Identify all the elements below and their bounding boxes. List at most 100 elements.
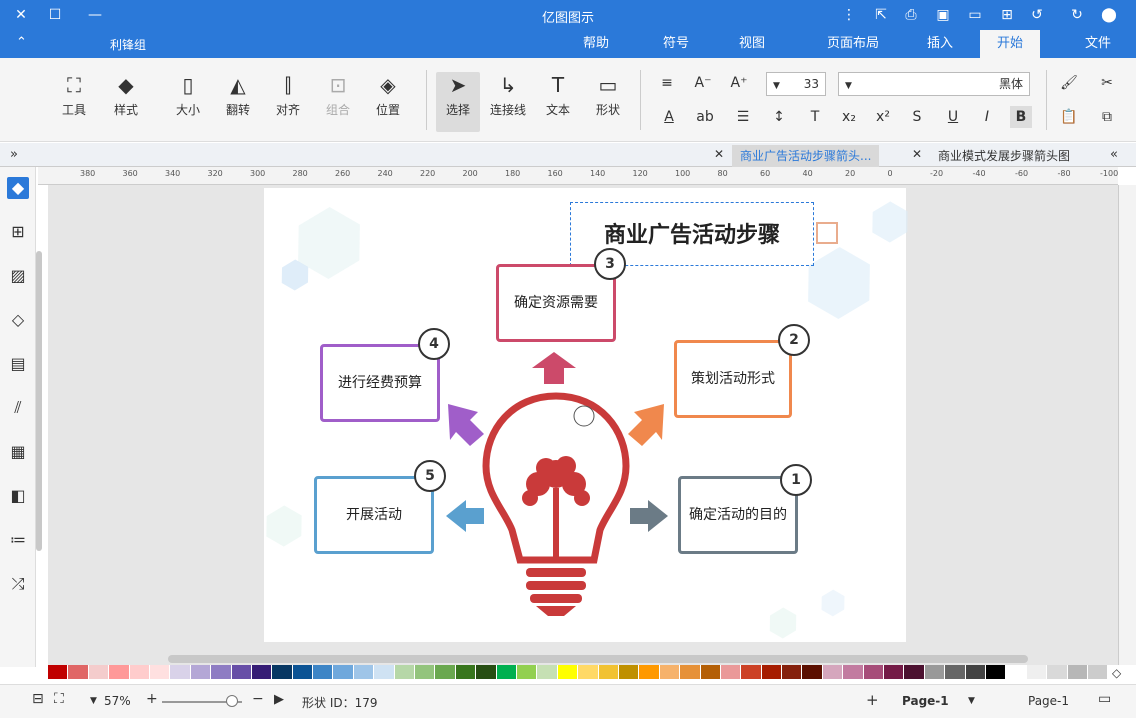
palette-swatch[interactable] xyxy=(251,665,272,679)
doc-tab-1[interactable]: 商业模式发展步骤箭头图 xyxy=(930,145,1078,167)
superscript-icon[interactable]: x² xyxy=(872,106,894,128)
add-page-icon[interactable]: + xyxy=(866,691,879,709)
palette-swatch[interactable] xyxy=(843,665,863,679)
grid-icon[interactable]: ⊞ xyxy=(7,221,29,243)
doc-tab-2-close-icon[interactable]: ✕ xyxy=(714,147,724,161)
palette-swatch[interactable] xyxy=(822,665,843,679)
diagram-page[interactable]: 商业广告活动步骤 确定活动的目的 1 策划活动形式 2 确定资源需要 3 进行经… xyxy=(264,188,906,642)
palette-swatch[interactable] xyxy=(578,665,598,679)
table-icon[interactable]: ▦ xyxy=(7,441,29,463)
palette-more-icon[interactable]: ◇ xyxy=(1112,666,1121,680)
fill-icon[interactable]: ◆ xyxy=(7,177,29,199)
palette-swatch[interactable] xyxy=(353,665,374,679)
palette-swatch[interactable] xyxy=(782,665,802,679)
canvas-area[interactable]: 商业广告活动步骤 确定活动的目的 1 策划活动形式 2 确定资源需要 3 进行经… xyxy=(48,185,1118,665)
palette-swatch[interactable] xyxy=(639,665,659,679)
line-spacing-icon[interactable]: ↕ xyxy=(768,106,790,128)
palette-swatch[interactable] xyxy=(516,665,537,679)
font-grow-icon[interactable]: A⁺ xyxy=(728,72,750,94)
page-list-label[interactable]: Page-1 xyxy=(1028,694,1069,708)
palette-swatch[interactable] xyxy=(435,665,455,679)
palette-swatch[interactable] xyxy=(863,665,884,679)
palette-swatch[interactable] xyxy=(945,665,965,679)
tab-home[interactable]: 开始 xyxy=(980,30,1040,58)
bold-icon[interactable]: B xyxy=(1010,106,1032,128)
zoom-in-icon[interactable]: + xyxy=(146,691,158,707)
palette-swatch[interactable] xyxy=(455,665,476,679)
palette-swatch[interactable] xyxy=(170,665,190,679)
italic-icon[interactable]: I xyxy=(976,106,998,128)
palette-swatch[interactable] xyxy=(720,665,741,679)
palette-swatch[interactable] xyxy=(761,665,782,679)
palette-swatch[interactable] xyxy=(557,665,578,679)
tab-view[interactable]: 视图 xyxy=(722,30,782,58)
zoom-slider-handle[interactable] xyxy=(226,695,238,707)
tools-tool[interactable]: ⛶ 工具 xyxy=(52,72,96,132)
align-text-icon[interactable]: ≡ xyxy=(656,72,678,94)
connector-tool[interactable]: ↳ 连接线 xyxy=(486,72,530,132)
palette-swatch[interactable] xyxy=(924,665,945,679)
font-shrink-icon[interactable]: A⁻ xyxy=(692,72,714,94)
image-icon[interactable]: ▨ xyxy=(7,265,29,287)
font-size-select[interactable]: 33 ▼ xyxy=(766,72,826,96)
palette-swatch[interactable] xyxy=(292,665,313,679)
group-tool[interactable]: ⊡ 组合 xyxy=(316,72,360,132)
list-icon[interactable]: ☰ xyxy=(732,106,754,128)
palette-swatch[interactable] xyxy=(231,665,251,679)
font-family-select[interactable]: 黑体 ▼ xyxy=(838,72,1030,96)
palette-swatch[interactable] xyxy=(333,665,353,679)
panel-expand-icon[interactable]: » xyxy=(10,147,18,162)
cut-icon[interactable]: ✂ xyxy=(1096,72,1118,94)
position-tool[interactable]: ◈ 位置 xyxy=(366,72,410,132)
palette-swatch[interactable] xyxy=(904,665,924,679)
palette-swatch[interactable] xyxy=(1087,665,1108,679)
maximize-icon[interactable]: ☐ xyxy=(46,6,64,24)
palette-swatch[interactable] xyxy=(88,665,109,679)
style-tool[interactable]: ◆ 样式 xyxy=(104,72,148,132)
user-badge[interactable]: 利锋组 xyxy=(110,36,146,53)
zoom-out-icon[interactable]: − xyxy=(252,691,264,707)
text-tool[interactable]: T 文本 xyxy=(536,72,580,132)
page-icon[interactable]: ▤ xyxy=(7,353,29,375)
zoom-dropdown-icon[interactable]: ▼ xyxy=(90,696,97,706)
palette-swatch[interactable] xyxy=(48,665,68,679)
size-tool[interactable]: ▯ 大小 xyxy=(166,72,210,132)
palette-swatch[interactable] xyxy=(313,665,333,679)
font-color-icon[interactable]: A xyxy=(658,106,680,128)
layers-icon[interactable]: ◇ xyxy=(7,309,29,331)
zoom-level[interactable]: 57% xyxy=(104,694,131,708)
tab-symbol[interactable]: 符号 xyxy=(646,30,706,58)
text-direction-icon[interactable]: T xyxy=(804,106,826,128)
doc-tab-2[interactable]: 商业广告活动步骤箭头... xyxy=(732,145,880,167)
puzzle-icon[interactable]: ◧ xyxy=(7,485,29,507)
format-icon[interactable]: ≔ xyxy=(7,529,29,551)
palette-swatch[interactable] xyxy=(211,665,231,679)
tab-insert[interactable]: 插入 xyxy=(910,30,970,58)
palette-swatch[interactable] xyxy=(415,665,435,679)
palette-swatch[interactable] xyxy=(476,665,496,679)
flip-tool[interactable]: ◭ 翻转 xyxy=(216,72,260,132)
palette-swatch[interactable] xyxy=(68,665,88,679)
strikethrough-icon[interactable]: S xyxy=(906,106,928,128)
collapse-ribbon-icon[interactable]: ⌃ xyxy=(16,35,27,50)
palette-swatch[interactable] xyxy=(884,665,904,679)
tab-help[interactable]: 帮助 xyxy=(566,30,626,58)
tabs-expand-icon[interactable]: « xyxy=(1110,147,1118,162)
current-page-tab[interactable]: Page-1 xyxy=(902,694,949,708)
palette-swatch[interactable] xyxy=(1006,665,1026,679)
palette-swatch[interactable] xyxy=(1026,665,1047,679)
palette-swatch[interactable] xyxy=(149,665,170,679)
fit-width-icon[interactable]: ⊟ xyxy=(32,691,44,707)
palette-swatch[interactable] xyxy=(394,665,415,679)
doc-tab-1-close-icon[interactable]: ✕ xyxy=(912,147,922,161)
shape-tool[interactable]: ▭ 形状 xyxy=(586,72,630,132)
palette-swatch[interactable] xyxy=(129,665,149,679)
horizontal-scrollbar[interactable] xyxy=(168,655,1028,663)
chart-icon[interactable]: ⫽ xyxy=(7,397,29,419)
tab-page-layout[interactable]: 页面布局 xyxy=(818,30,888,58)
palette-swatch[interactable] xyxy=(659,665,680,679)
shuffle-icon[interactable]: ⤮ xyxy=(7,573,29,595)
palette-swatch[interactable] xyxy=(537,665,557,679)
palette-swatch[interactable] xyxy=(802,665,822,679)
sidebar-scrollbar[interactable] xyxy=(36,251,42,551)
